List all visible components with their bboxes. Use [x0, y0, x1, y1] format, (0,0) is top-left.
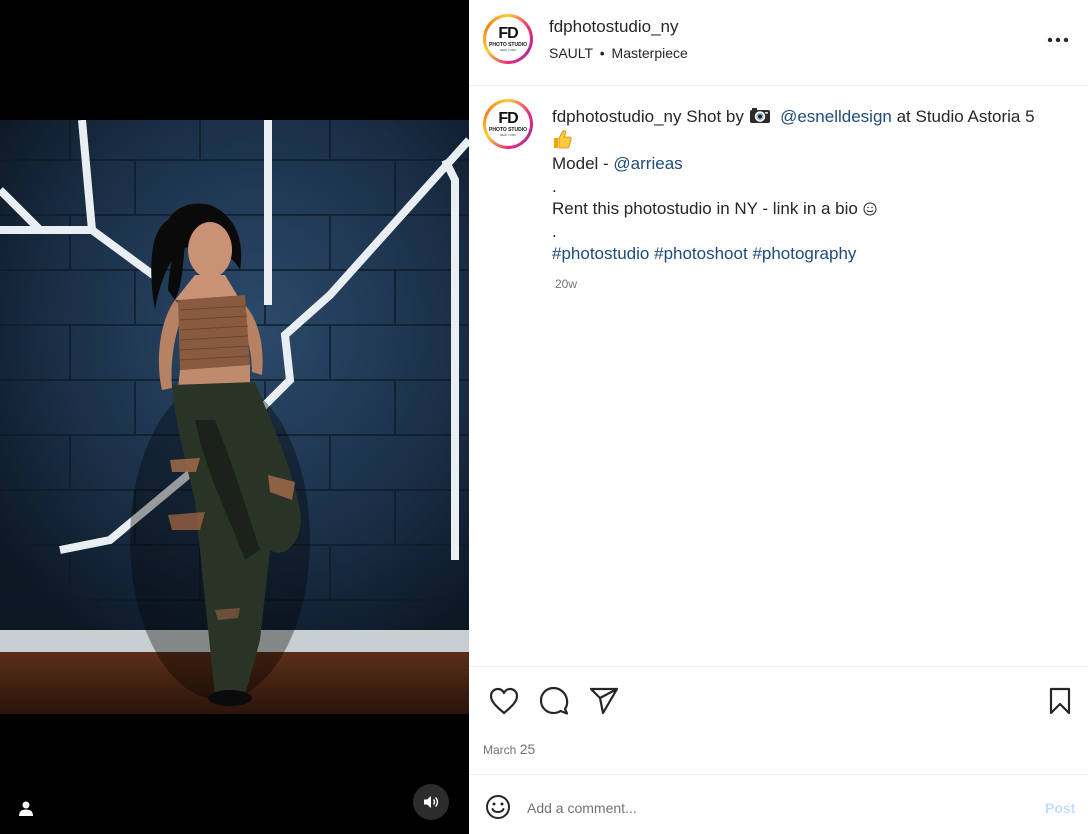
- like-button[interactable]: [486, 683, 522, 719]
- audio-title[interactable]: Masterpiece: [612, 45, 688, 61]
- caption-avatar[interactable]: FD PHOTO STUDIO NEW YORK: [483, 99, 533, 149]
- model-link[interactable]: @arrieas: [613, 154, 682, 173]
- thumbs-up-icon: [554, 129, 572, 148]
- comment-bar: Post: [469, 774, 1088, 834]
- hashtag-link[interactable]: #photoshoot: [654, 244, 748, 263]
- emoji-picker-button[interactable]: [485, 794, 511, 820]
- post-header: FD PHOTO STUDIO NEW YORK fdphotostudio_n…: [469, 0, 1088, 86]
- audio-artist[interactable]: SAULT: [549, 45, 593, 61]
- header-username[interactable]: fdphotostudio_ny: [549, 17, 679, 37]
- speaker-icon: [424, 796, 439, 808]
- caption-hashtags: #photostudio #photoshoot #photography: [552, 243, 1072, 266]
- post-date[interactable]: March 25: [483, 741, 535, 757]
- avatar[interactable]: FD PHOTO STUDIO NEW YORK: [483, 14, 533, 64]
- emoji-icon: [486, 795, 510, 819]
- comment-button[interactable]: [536, 683, 572, 719]
- caption-time-ago[interactable]: 20w: [555, 277, 577, 291]
- comment-icon: [539, 686, 569, 715]
- heart-icon: [489, 687, 519, 715]
- bookmark-icon: [1049, 687, 1071, 715]
- caption-dot-2: .: [552, 221, 557, 241]
- share-icon: [589, 687, 619, 715]
- post-actions: March 25: [469, 666, 1088, 774]
- caption-rent-text: Rent this photostudio in NY - link in a …: [552, 199, 858, 218]
- more-dots-icon: [1047, 37, 1069, 43]
- post-side-panel: FD PHOTO STUDIO NEW YORK fdphotostudio_n…: [469, 0, 1088, 834]
- hashtag-link[interactable]: #photostudio: [552, 244, 649, 263]
- share-button[interactable]: [586, 683, 622, 719]
- avatar-logo-text: FD: [498, 25, 518, 42]
- comment-input[interactable]: [527, 796, 1007, 820]
- post-caption: fdphotostudio_ny Shot by @esnelldesign a…: [552, 106, 1072, 266]
- caption-dot-1: .: [552, 176, 557, 196]
- user-tag-button[interactable]: [14, 796, 38, 820]
- caption-line-2: [552, 129, 1072, 154]
- more-options-button[interactable]: [1046, 28, 1070, 52]
- post-comment-button[interactable]: Post: [1045, 800, 1075, 816]
- smile-icon: [863, 202, 877, 216]
- avatar-logo-tiny: NEW YORK: [499, 133, 517, 137]
- caption-location: at Studio Astoria 5: [896, 107, 1035, 126]
- caption-shot-by: Shot by: [686, 107, 744, 126]
- audio-attribution[interactable]: SAULT • Masterpiece: [549, 45, 688, 61]
- caption-username[interactable]: fdphotostudio_ny: [552, 107, 682, 126]
- caption-line-5: Rent this photostudio in NY - link in a …: [552, 198, 1072, 221]
- save-button[interactable]: [1042, 683, 1078, 719]
- hashtag-link[interactable]: #photography: [752, 244, 856, 263]
- audio-separator: •: [599, 45, 605, 61]
- avatar-logo-tiny: NEW YORK: [499, 48, 517, 52]
- post-date-day: 25: [519, 741, 536, 757]
- caption-line-1: fdphotostudio_ny Shot by @esnelldesign a…: [552, 106, 1072, 129]
- post-media[interactable]: [0, 0, 469, 834]
- caption-line-3: Model - @arrieas: [552, 153, 1072, 176]
- post-photo: [0, 120, 469, 714]
- caption-model-label: Model -: [552, 154, 609, 173]
- camera-icon: [749, 108, 770, 123]
- audio-toggle-button[interactable]: [413, 784, 449, 820]
- photographer-link[interactable]: @esnelldesign: [780, 107, 892, 126]
- person-icon: [19, 801, 33, 816]
- post-date-month: March: [483, 743, 517, 757]
- avatar-logo-text: FD: [498, 110, 518, 127]
